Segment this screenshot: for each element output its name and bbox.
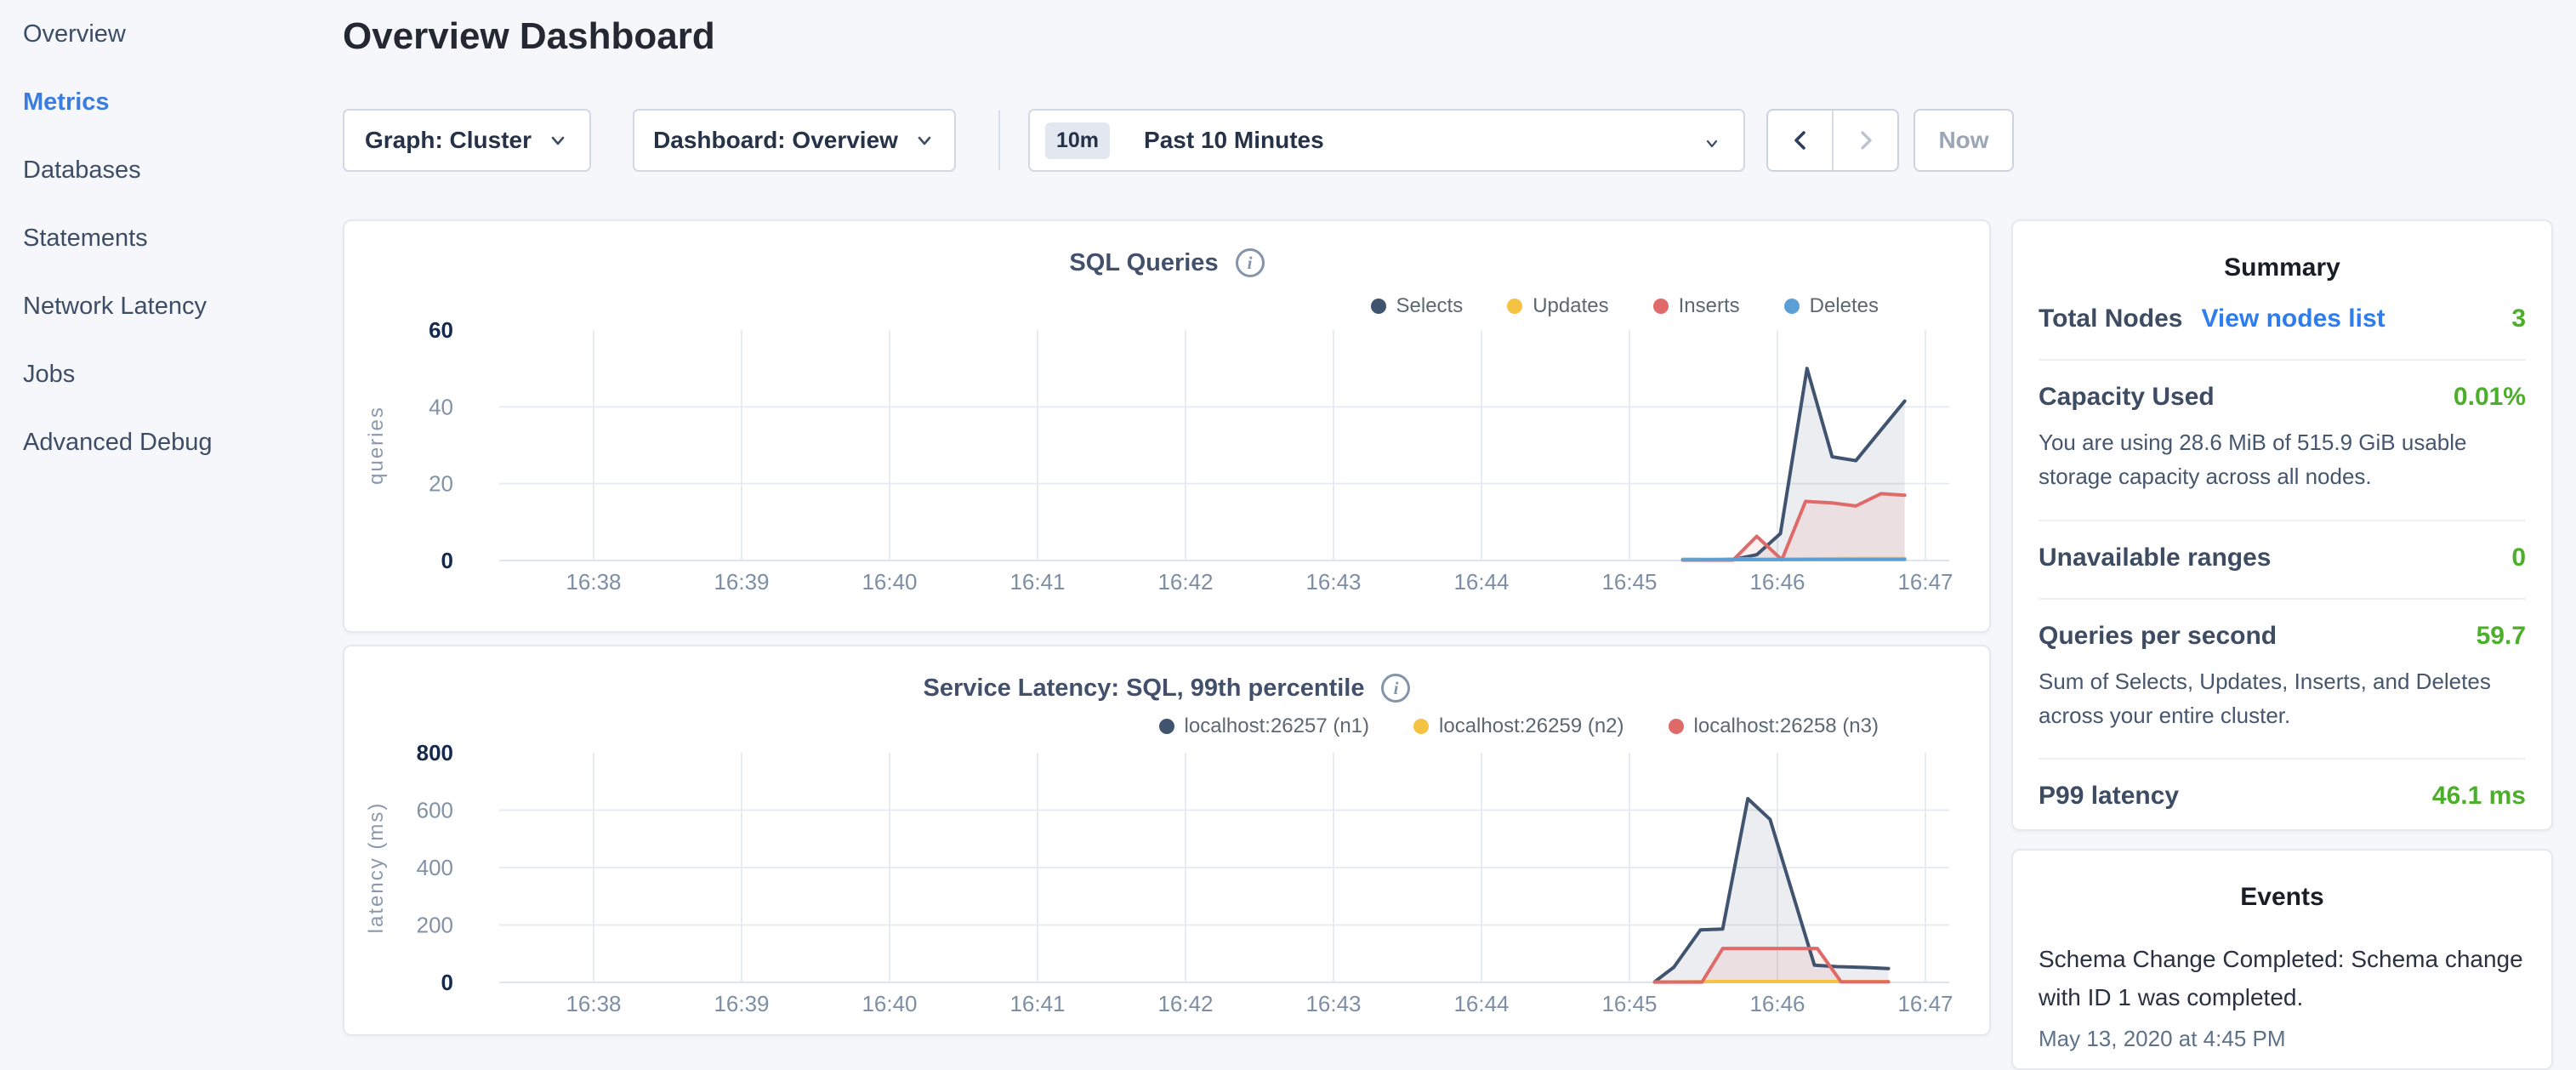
- summary-row-queries-per-second: Queries per second 59.7 Sum of Selects, Up…: [2039, 600, 2526, 760]
- summary-panel: Summary Total Nodes View nodes list 3 Capac…: [2011, 219, 2553, 831]
- summary-row-label: Unavailable ranges: [2039, 544, 2271, 572]
- svg-text:16:41: 16:41: [1009, 991, 1065, 1016]
- time-back-button[interactable]: [1768, 111, 1834, 170]
- summary-row-label: P99 latency: [2039, 782, 2179, 811]
- summary-row-description: Sum of Selects, Updates, Inserts, and De…: [2039, 664, 2526, 733]
- events-heading: Events: [2039, 883, 2526, 912]
- svg-text:0: 0: [441, 970, 453, 995]
- chevron-down-icon: [547, 129, 569, 151]
- svg-text:16:44: 16:44: [1453, 991, 1509, 1016]
- svg-text:16:44: 16:44: [1453, 569, 1509, 595]
- svg-text:16:38: 16:38: [566, 569, 621, 595]
- svg-text:16:42: 16:42: [1157, 569, 1213, 595]
- sidebar-item-metrics[interactable]: Metrics: [0, 68, 340, 136]
- sidebar-item-databases[interactable]: Databases: [0, 136, 340, 204]
- sql-queries-plot: 16:38 16:39 16:40 16:41 16:42 16:43 16:44 16:45…: [344, 221, 1989, 635]
- svg-text:800: 800: [417, 740, 453, 766]
- summary-row-unavailable-ranges: Unavailable ranges 0: [2039, 521, 2526, 600]
- now-button[interactable]: Now: [1914, 109, 2014, 172]
- svg-text:16:42: 16:42: [1157, 991, 1213, 1016]
- svg-text:400: 400: [417, 855, 453, 880]
- time-range-dropdown[interactable]: 10m Past 10 Minutes: [1028, 109, 1745, 172]
- chevron-down-icon: [1701, 133, 1723, 155]
- graph-dropdown-label: Graph: Cluster: [365, 127, 532, 154]
- svg-text:16:46: 16:46: [1749, 569, 1805, 595]
- summary-heading: Summary: [2039, 253, 2526, 282]
- chevron-right-icon: [1855, 129, 1877, 151]
- summary-row-capacity-used: Capacity Used 0.01% You are using 28.6 MiB…: [2039, 361, 2526, 521]
- svg-text:16:38: 16:38: [566, 991, 621, 1016]
- svg-text:16:46: 16:46: [1749, 991, 1805, 1016]
- summary-row-p99-latency: P99 latency 46.1 ms: [2039, 760, 2526, 836]
- page-title: Overview Dashboard: [343, 15, 715, 58]
- svg-text:latency (ms): latency (ms): [365, 802, 388, 934]
- chevron-left-icon: [1789, 129, 1811, 151]
- summary-row-value: 59.7: [2476, 622, 2526, 651]
- dashboard-dropdown-label: Dashboard: Overview: [653, 127, 898, 154]
- svg-text:16:47: 16:47: [1897, 569, 1953, 595]
- summary-row-label: Capacity Used: [2039, 383, 2215, 412]
- time-forward-button[interactable]: [1834, 111, 1897, 170]
- svg-text:16:39: 16:39: [714, 991, 769, 1016]
- svg-text:queries: queries: [365, 406, 388, 485]
- sql-queries-chart-card: SQL QueriesiSelectsUpdatesInsertsDeletes…: [343, 219, 1991, 633]
- svg-text:16:43: 16:43: [1305, 569, 1361, 595]
- svg-text:600: 600: [417, 798, 453, 823]
- svg-text:16:39: 16:39: [714, 569, 769, 595]
- svg-text:16:45: 16:45: [1601, 991, 1657, 1016]
- sidebar-nav: OverviewMetricsDatabasesStatementsNetwor…: [0, 0, 340, 1051]
- summary-row-value: 0.01%: [2454, 383, 2526, 412]
- sidebar-item-statements[interactable]: Statements: [0, 204, 340, 272]
- event-text: Schema Change Completed: Schema change w…: [2039, 941, 2526, 1017]
- svg-text:16:45: 16:45: [1601, 569, 1657, 595]
- svg-text:16:47: 16:47: [1897, 991, 1953, 1016]
- svg-text:20: 20: [429, 471, 453, 497]
- view-nodes-list-link[interactable]: View nodes list: [2201, 304, 2385, 333]
- sidebar-item-advanced-debug[interactable]: Advanced Debug: [0, 408, 340, 476]
- dashboard-dropdown[interactable]: Dashboard: Overview: [633, 109, 956, 172]
- summary-row-value: 46.1 ms: [2432, 782, 2526, 811]
- summary-row-total-nodes: Total Nodes View nodes list 3: [2039, 282, 2526, 361]
- event-timestamp: May 13, 2020 at 4:45 PM: [2039, 1026, 2526, 1052]
- service-latency-sql-99th-percentile-plot: 16:38 16:39 16:40 16:41 16:42 16:43 16:44 16:45…: [344, 646, 1989, 1038]
- time-range-badge: 10m: [1045, 122, 1110, 159]
- svg-text:0: 0: [441, 548, 453, 573]
- event-item[interactable]: Schema Change Completed: Schema change w…: [2039, 941, 2526, 1052]
- events-panel: Events Schema Change Completed: Schema c…: [2011, 849, 2553, 1070]
- svg-text:200: 200: [417, 913, 453, 938]
- summary-row-label: Total Nodes: [2039, 304, 2182, 333]
- svg-text:60: 60: [429, 317, 453, 343]
- time-range-label: Past 10 Minutes: [1144, 127, 1324, 154]
- service-latency-chart-card: Service Latency: SQL, 99th percentileilo…: [343, 645, 1991, 1036]
- sidebar-item-jobs[interactable]: Jobs: [0, 340, 340, 408]
- summary-row-value: 0: [2511, 544, 2526, 572]
- toolbar-divider: [998, 111, 1000, 170]
- svg-text:16:40: 16:40: [862, 991, 917, 1016]
- graph-dropdown[interactable]: Graph: Cluster: [343, 109, 591, 172]
- summary-row-value: 3: [2511, 304, 2526, 333]
- summary-row-description: You are using 28.6 MiB of 515.9 GiB usab…: [2039, 425, 2526, 494]
- svg-text:16:43: 16:43: [1305, 991, 1361, 1016]
- svg-text:40: 40: [429, 394, 453, 419]
- sidebar-item-network-latency[interactable]: Network Latency: [0, 272, 340, 340]
- sidebar-item-overview[interactable]: Overview: [0, 0, 340, 68]
- svg-text:16:40: 16:40: [862, 569, 917, 595]
- svg-text:16:41: 16:41: [1009, 569, 1065, 595]
- chevron-down-icon: [913, 129, 935, 151]
- time-pager: [1766, 109, 1899, 172]
- summary-row-label: Queries per second: [2039, 622, 2277, 651]
